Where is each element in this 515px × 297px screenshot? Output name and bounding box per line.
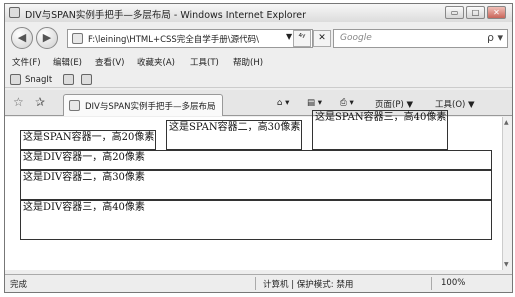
menu-edit[interactable]: 编辑(E): [53, 56, 82, 68]
snagit-icon[interactable]: [10, 74, 21, 85]
address-dropdown-icon[interactable]: ▼: [286, 32, 292, 41]
home-button[interactable]: ⌂ ▾: [277, 98, 289, 108]
div-container-2: 这是DIV容器二，高30像素: [20, 170, 492, 200]
menu-help[interactable]: 帮助(H): [233, 56, 263, 68]
feeds-button[interactable]: ▤ ▾: [307, 98, 322, 108]
address-bar[interactable]: F:\leining\HTML+CSS完全自学手册\源代码\ ▼: [67, 29, 313, 48]
ie-icon: [9, 7, 20, 18]
tools-menu-button[interactable]: 工具(O) ▼: [435, 98, 475, 110]
div-container-1: 这是DIV容器一，高20像素: [20, 150, 492, 170]
search-box[interactable]: Google ρ ▾: [333, 29, 508, 48]
navigation-bar: ◀ ▶ F:\leining\HTML+CSS完全自学手册\源代码\ ▼ ⁴ʸ …: [5, 24, 512, 52]
title-bar: DIV与SPAN实例手把手—多层布局 - Windows Internet Ex…: [5, 4, 512, 22]
menu-tools[interactable]: 工具(T): [190, 56, 219, 68]
scroll-up-icon[interactable]: ▲: [504, 119, 509, 126]
menu-view[interactable]: 查看(V): [95, 56, 124, 68]
page-menu-button[interactable]: 页面(P) ▼: [375, 98, 413, 110]
zoom-level[interactable]: 100%: [441, 278, 465, 288]
security-zone[interactable]: 计算机 | 保护模式: 禁用: [263, 278, 353, 290]
vertical-scrollbar[interactable]: ▲ ▼: [502, 117, 512, 270]
snagit-label[interactable]: SnagIt: [25, 75, 52, 85]
browser-window: DIV与SPAN实例手把手—多层布局 - Windows Internet Ex…: [4, 3, 513, 293]
capture-options-icon[interactable]: [81, 74, 92, 85]
forward-button[interactable]: ▶: [36, 27, 58, 49]
tab-label[interactable]: DIV与SPAN实例手把手—多层布局: [85, 100, 216, 112]
menu-bar: 文件(F) 编辑(E) 查看(V) 收藏夹(A) 工具(T) 帮助(H): [5, 54, 512, 70]
page-content: 这是SPAN容器一，高20像素 这是SPAN容器二，高30像素 这是SPAN容器…: [5, 110, 502, 270]
page-icon: [72, 33, 83, 44]
tab-page-icon: [69, 100, 80, 111]
minimize-button[interactable]: ▭: [445, 6, 464, 19]
span-container-3: 这是SPAN容器三，高40像素: [312, 110, 449, 150]
status-divider: [431, 277, 432, 290]
stop-button[interactable]: ✕: [313, 30, 331, 47]
add-favorites-icon[interactable]: ✰: [35, 95, 45, 109]
print-button[interactable]: ⎙ ▾: [340, 98, 354, 108]
status-text: 完成: [10, 280, 28, 290]
search-icon[interactable]: ρ ▾: [487, 31, 503, 44]
maximize-button[interactable]: □: [466, 6, 485, 19]
span-container-1: 这是SPAN容器一，高20像素: [20, 130, 157, 150]
address-url[interactable]: F:\leining\HTML+CSS完全自学手册\源代码\: [88, 33, 259, 45]
back-button[interactable]: ◀: [11, 27, 33, 49]
span-container-2: 这是SPAN容器二，高30像素: [166, 120, 303, 150]
capture-icon[interactable]: [63, 74, 74, 85]
status-bar: 完成 计算机 | 保护模式: 禁用 100%: [5, 274, 512, 292]
close-button[interactable]: ✕: [487, 6, 506, 19]
status-divider: [255, 277, 256, 290]
tab-active[interactable]: DIV与SPAN实例手把手—多层布局: [63, 94, 223, 116]
scroll-down-icon[interactable]: ▼: [504, 261, 509, 268]
menu-favorites[interactable]: 收藏夹(A): [137, 56, 175, 68]
snagit-toolbar: SnagIt: [5, 72, 512, 88]
favorites-star-icon[interactable]: ☆: [13, 95, 24, 109]
window-title: DIV与SPAN实例手把手—多层布局 - Windows Internet Ex…: [25, 10, 307, 21]
menu-file[interactable]: 文件(F): [12, 56, 41, 68]
refresh-button[interactable]: ⁴ʸ: [293, 30, 311, 47]
div-container-3: 这是DIV容器三，高40像素: [20, 200, 492, 240]
search-placeholder[interactable]: Google: [340, 33, 372, 43]
